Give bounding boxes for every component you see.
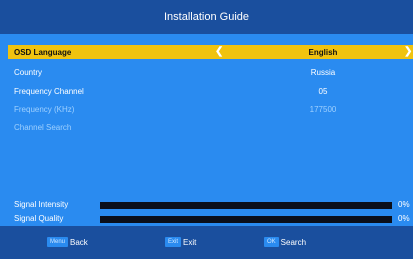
menu-row-osd-language[interactable]: OSD Language ❮ English ❯ xyxy=(8,45,413,59)
menu-row-country[interactable]: Country Russia xyxy=(8,65,413,79)
exit-label: Exit xyxy=(183,237,197,247)
osd-language-value: English xyxy=(308,48,338,57)
channel-search-label: Channel Search xyxy=(14,123,72,132)
signal-quality-percent: 0% xyxy=(398,214,410,223)
installation-guide-screen: Installation Guide OSD Language ❮ Englis… xyxy=(0,0,413,259)
back-button[interactable]: Menu Back xyxy=(47,237,88,247)
ok-key-icon: OK xyxy=(264,237,279,247)
search-label: Search xyxy=(280,237,307,247)
page-title: Installation Guide xyxy=(164,11,249,23)
arrow-right-icon[interactable]: ❯ xyxy=(404,46,412,57)
menu-row-frequency-channel[interactable]: Frequency Channel 05 xyxy=(8,84,413,98)
signal-intensity-row: Signal Intensity 0% xyxy=(14,200,412,210)
country-value: Russia xyxy=(310,68,336,77)
signal-intensity-label: Signal Intensity xyxy=(14,200,69,209)
signal-intensity-percent: 0% xyxy=(398,200,410,209)
exit-button[interactable]: Exit Exit xyxy=(165,237,196,247)
signal-quality-row: Signal Quality 0% xyxy=(14,214,412,224)
frequency-channel-value: 05 xyxy=(318,87,328,96)
signal-intensity-bar xyxy=(100,202,392,209)
menu-key-icon: Menu xyxy=(47,237,69,247)
osd-language-label: OSD Language xyxy=(14,48,72,57)
frequency-channel-label: Frequency Channel xyxy=(14,87,84,96)
signal-quality-bar xyxy=(100,216,392,223)
frequency-khz-label: Frequency (KHz) xyxy=(14,105,75,114)
back-label: Back xyxy=(70,237,88,247)
menu-row-frequency-khz: Frequency (KHz) 177500 xyxy=(8,102,413,116)
country-label: Country xyxy=(14,68,43,77)
signal-quality-label: Signal Quality xyxy=(14,214,64,223)
footer-bar: Menu Back Exit Exit OK Search xyxy=(0,226,413,259)
title-bar: Installation Guide xyxy=(0,0,413,34)
exit-key-icon: Exit xyxy=(165,237,182,247)
arrow-left-icon[interactable]: ❮ xyxy=(215,46,223,57)
search-button[interactable]: OK Search xyxy=(264,237,306,247)
menu-row-channel-search[interactable]: Channel Search xyxy=(8,120,413,134)
menu-area: OSD Language ❮ English ❯ Country Russia … xyxy=(0,34,413,226)
frequency-khz-value: 177500 xyxy=(309,105,337,114)
